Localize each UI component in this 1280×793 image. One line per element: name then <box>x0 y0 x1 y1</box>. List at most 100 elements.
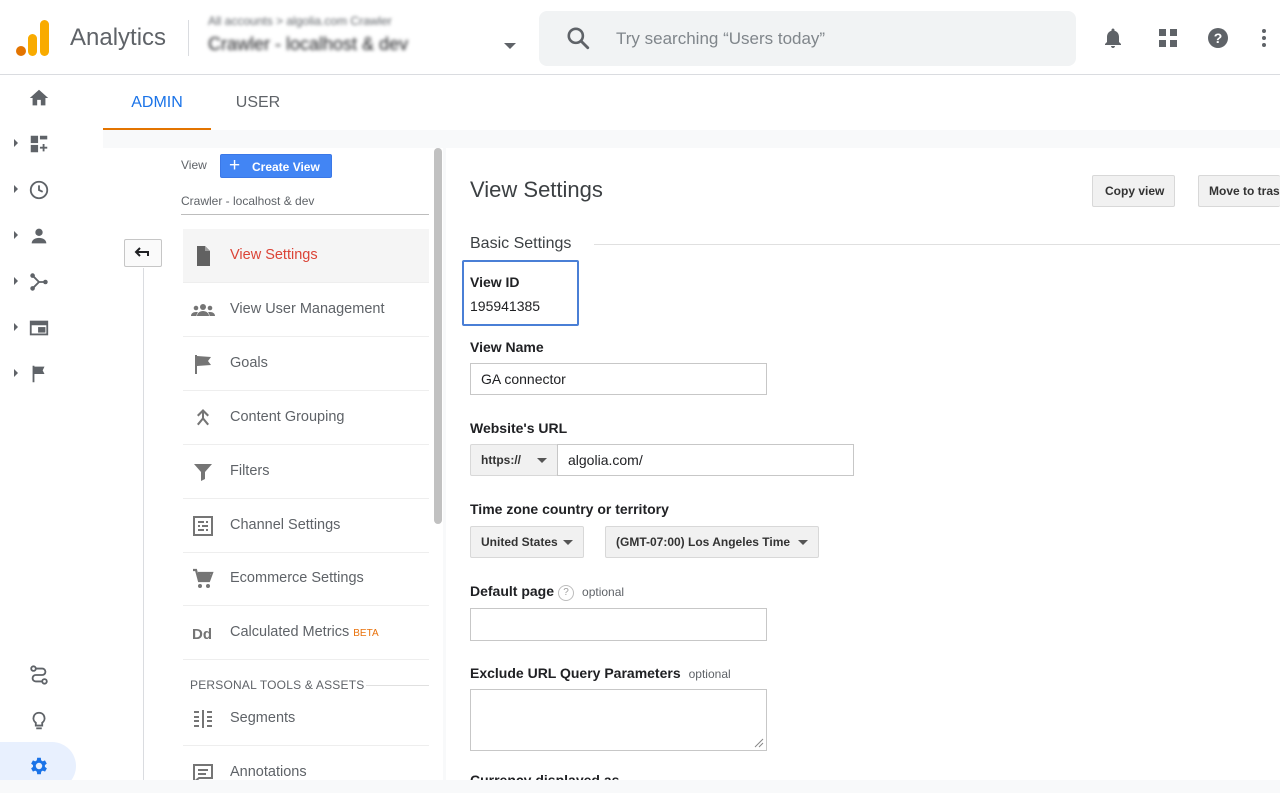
header-divider <box>188 20 189 56</box>
search-input[interactable]: Try searching “Users today” <box>616 29 825 49</box>
chevron-down-icon <box>537 458 547 463</box>
tab-user[interactable]: USER <box>218 75 298 130</box>
expand-arrow-icon <box>14 139 18 147</box>
copy-view-button[interactable]: Copy view <box>1092 175 1175 207</box>
apps-grid-icon[interactable] <box>1156 26 1180 50</box>
create-view-button[interactable]: + Create View <box>220 154 332 178</box>
view-selector-underline <box>181 214 429 215</box>
rail-customization[interactable] <box>0 124 78 164</box>
rail-acquisition[interactable] <box>0 262 78 302</box>
acquisition-icon <box>30 273 48 291</box>
plus-icon: + <box>229 155 241 176</box>
people-icon <box>191 304 215 316</box>
current-view-selector[interactable]: Crawler - localhost & dev <box>181 194 314 208</box>
more-vert-icon[interactable] <box>1252 26 1276 50</box>
nav-item-calculated-metrics[interactable]: Dd Calculated Metrics BETA <box>183 606 429 660</box>
account-property-selector[interactable]: Crawler - localhost & dev <box>208 34 408 55</box>
search-bar[interactable]: Try searching “Users today” <box>539 11 1076 66</box>
top-app-bar: Analytics All accounts > algolia.com Cra… <box>0 0 1280 75</box>
nav-item-goals[interactable]: Goals <box>183 337 429 391</box>
svg-text:Dd: Dd <box>192 626 212 643</box>
nav-item-annotations[interactable]: Annotations <box>183 746 429 780</box>
protocol-value: https:// <box>481 453 521 467</box>
page-title: View Settings <box>470 177 603 202</box>
personal-tools-heading: PERSONAL TOOLS & ASSETS <box>190 678 365 692</box>
country-select[interactable]: United States <box>470 526 584 558</box>
realtime-icon <box>29 180 49 200</box>
analytics-logo-icon[interactable] <box>16 20 50 56</box>
home-icon <box>29 89 49 106</box>
rail-attribution[interactable] <box>0 655 78 695</box>
nav-connector-line <box>143 268 144 780</box>
rail-behavior[interactable] <box>0 308 78 348</box>
chevron-down-icon <box>798 540 808 545</box>
flag-icon <box>195 355 211 374</box>
nav-item-label: Channel Settings <box>230 517 341 533</box>
rail-conversions[interactable] <box>0 354 78 394</box>
back-button[interactable] <box>124 239 162 267</box>
exclude-params-label: Exclude URL Query Parameters optional <box>470 665 731 681</box>
view-column-scrollbar-thumb[interactable] <box>434 148 442 524</box>
view-id-label: View ID <box>470 274 520 290</box>
rail-realtime[interactable] <box>0 170 78 210</box>
back-arrow-icon <box>134 247 149 257</box>
view-id-highlight <box>462 260 579 326</box>
account-chevron-down-icon[interactable] <box>504 43 516 49</box>
dd-icon: Dd <box>192 626 212 643</box>
dashboards-icon <box>30 135 48 153</box>
rail-home[interactable] <box>0 78 78 118</box>
segments-icon <box>194 710 212 728</box>
help-icon[interactable]: ? <box>1206 26 1230 50</box>
app-title: Analytics <box>70 24 167 51</box>
behavior-icon <box>29 320 49 336</box>
view-id-value: 195941385 <box>470 298 541 314</box>
nav-item-content-grouping[interactable]: Content Grouping <box>183 391 429 445</box>
view-label: View <box>181 158 207 172</box>
nav-item-view-settings[interactable]: View Settings <box>183 229 429 283</box>
rail-audience[interactable] <box>0 216 78 256</box>
nav-item-label: Goals <box>230 355 268 371</box>
resize-grip-icon[interactable] <box>754 738 764 748</box>
expand-arrow-icon <box>14 277 18 285</box>
account-breadcrumb[interactable]: All accounts > algolia.com Crawler <box>208 14 392 28</box>
country-value: United States <box>481 535 558 549</box>
nav-item-label: Segments <box>230 710 296 726</box>
annotations-icon <box>193 764 213 780</box>
website-url-label: Website's URL <box>470 420 568 436</box>
tab-admin[interactable]: ADMIN <box>103 75 211 130</box>
move-to-trash-button[interactable]: Move to trash <box>1198 175 1280 207</box>
nav-item-filters[interactable]: Filters <box>183 445 429 499</box>
filter-icon <box>194 464 212 481</box>
nav-item-label: View User Management <box>230 301 385 317</box>
audience-icon <box>31 228 47 244</box>
basic-settings-heading: Basic Settings <box>470 235 572 252</box>
website-url-input[interactable]: algolia.com/ <box>557 444 854 476</box>
nav-item-label: Annotations <box>230 764 307 780</box>
view-name-input[interactable]: GA connector <box>470 363 767 395</box>
beta-badge: BETA <box>353 628 379 639</box>
protocol-select[interactable]: https:// <box>470 444 558 476</box>
timezone-select[interactable]: (GMT-07:00) Los Angeles Time <box>605 526 819 558</box>
notifications-bell-icon[interactable] <box>1101 26 1125 50</box>
nav-item-ecommerce-settings[interactable]: Ecommerce Settings <box>183 552 429 606</box>
nav-item-label: Filters <box>230 463 270 479</box>
nav-item-channel-settings[interactable]: Channel Settings <box>183 499 429 553</box>
nav-item-view-user-management[interactable]: View User Management <box>183 283 429 337</box>
chevron-down-icon <box>563 540 573 545</box>
svg-text:?: ? <box>1214 30 1223 46</box>
exclude-params-textarea[interactable] <box>470 689 767 751</box>
help-circle-icon[interactable]: ? <box>558 585 575 601</box>
view-name-label: View Name <box>470 339 544 355</box>
admin-user-tabs: ADMIN USER <box>103 75 1280 130</box>
expand-arrow-icon <box>14 323 18 331</box>
grouping-icon <box>197 409 209 426</box>
rail-insights[interactable] <box>0 701 78 741</box>
timezone-label: Time zone country or territory <box>470 501 669 517</box>
expand-arrow-icon <box>14 185 18 193</box>
create-view-label: Create View <box>252 160 320 174</box>
default-page-input[interactable] <box>470 608 767 641</box>
insights-lightbulb-icon <box>32 711 46 730</box>
cart-icon <box>193 568 214 588</box>
nav-item-segments[interactable]: Segments <box>183 692 429 746</box>
nav-item-label: Calculated Metrics BETA <box>230 624 379 640</box>
